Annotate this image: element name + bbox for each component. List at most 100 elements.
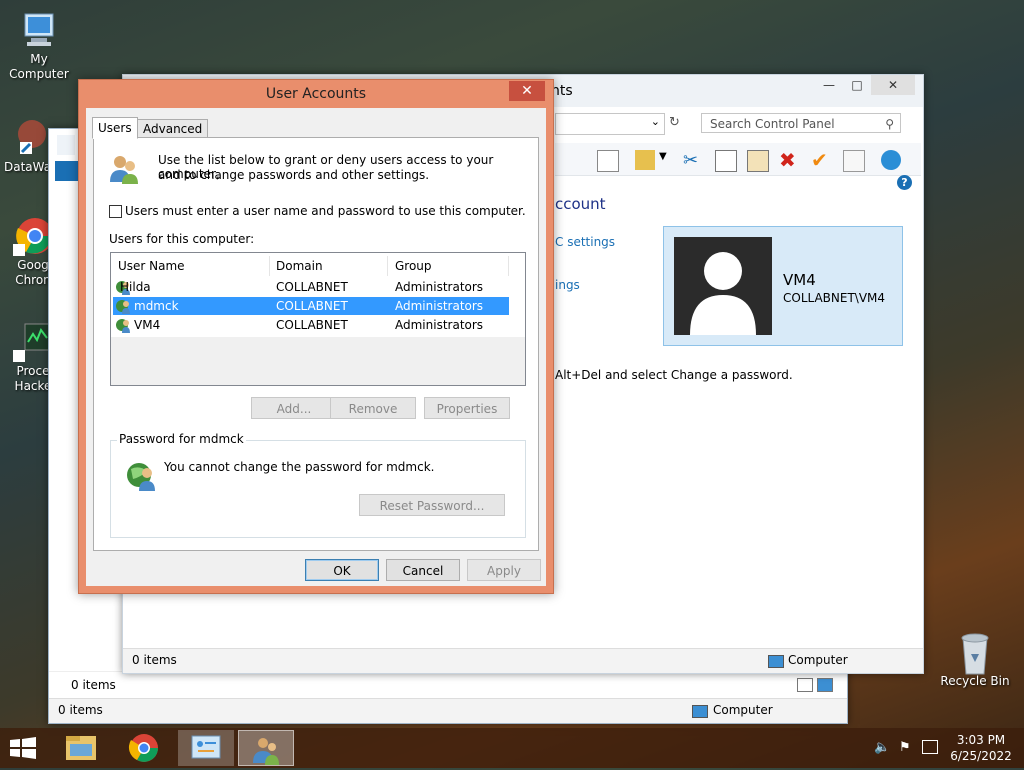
chrome-icon (128, 734, 158, 762)
require-login-checkbox[interactable] (109, 205, 122, 218)
remove-button[interactable]: Remove (330, 397, 416, 419)
group-cell: Administrators (395, 280, 484, 294)
column-divider[interactable] (508, 256, 509, 276)
account-tile[interactable]: VM4 COLLABNET\VM4 (663, 226, 903, 346)
process-hacker-icon (13, 322, 53, 362)
require-login-label[interactable]: Users must enter a user name and passwor… (125, 204, 526, 218)
table-row[interactable]: VM4 COLLABNET Administrators (113, 316, 509, 334)
desktop-icon-label: My Computer (9, 52, 69, 81)
clock-time: 3:03 PM (956, 733, 1006, 747)
search-icon[interactable]: ⚲ (885, 114, 894, 134)
chevron-down-icon[interactable]: ⌄ (651, 115, 660, 128)
copy-icon[interactable] (715, 150, 737, 172)
uac-settings-link[interactable]: C settings (555, 235, 615, 249)
taskbar-control-panel[interactable] (178, 730, 234, 766)
properties-button[interactable]: Properties (424, 397, 510, 419)
computer-icon (692, 705, 708, 718)
volume-muted-icon[interactable]: 🔈 (874, 740, 890, 755)
ok-button[interactable]: OK (305, 559, 379, 581)
user-silhouette-icon (690, 252, 756, 335)
user-name-cell: Hilda (120, 280, 151, 294)
layout-icon[interactable] (597, 150, 619, 172)
network-icon[interactable] (922, 740, 938, 754)
paste-icon[interactable] (747, 150, 769, 172)
clock[interactable]: 3:03 PM 6/25/2022 (946, 732, 1016, 764)
folder-icon (66, 736, 96, 760)
large-icons-view-icon[interactable] (817, 678, 833, 692)
taskbar-user-accounts[interactable] (238, 730, 294, 766)
clock-date: 6/25/2022 (950, 749, 1012, 763)
items-count: 0 items (132, 653, 177, 667)
status-bar: 0 items Computer (123, 648, 923, 673)
column-header-user-name[interactable]: User Name (118, 255, 185, 277)
account-domain: COLLABNET\VM4 (783, 291, 886, 305)
desktop-icon-recycle-bin[interactable]: Recycle Bin (937, 632, 1013, 689)
column-header-domain[interactable]: Domain (276, 255, 323, 277)
chevron-down-icon[interactable]: ▼ (659, 151, 667, 162)
domain-cell: COLLABNET (276, 299, 348, 313)
user-name-cell: VM4 (134, 318, 161, 332)
start-button[interactable] (8, 736, 38, 760)
reset-password-button[interactable]: Reset Password... (359, 494, 505, 516)
address-bar[interactable]: ⌄ (555, 113, 665, 135)
dialog-title: User Accounts (265, 86, 367, 102)
user-globe-icon (115, 317, 131, 333)
computer-icon (768, 655, 784, 668)
cut-icon[interactable]: ✂ (683, 150, 703, 171)
ribbon-tab-fragment[interactable] (55, 161, 79, 181)
desktop-icon-my-computer[interactable]: My Computer (1, 10, 77, 82)
control-panel-icon (191, 735, 221, 759)
globe-icon[interactable] (881, 150, 901, 170)
window-title: nts (551, 83, 573, 99)
apply-button[interactable]: Apply (467, 559, 541, 581)
table-row[interactable]: mdmck COLLABNET Administrators (113, 297, 509, 315)
chrome-icon (13, 216, 53, 256)
taskbar-file-explorer[interactable] (54, 730, 110, 766)
action-center-flag-icon[interactable]: ⚑ (899, 740, 911, 755)
users-icon (108, 152, 140, 184)
table-row[interactable]: Hilda COLLABNET Administrators (113, 278, 509, 296)
nav-pane-fragment (57, 135, 75, 155)
group-cell: Administrators (395, 299, 484, 313)
search-input[interactable]: Search Control Panel ⚲ (701, 113, 901, 133)
avatar (674, 237, 772, 335)
status-bar-upper: 0 items (49, 671, 847, 698)
details-view-icon[interactable] (797, 678, 813, 692)
properties-icon[interactable] (843, 150, 865, 172)
status-location: Computer (713, 703, 773, 717)
group-cell: Administrators (395, 318, 484, 332)
folder-icon[interactable] (635, 150, 655, 170)
tab-users[interactable]: Users (92, 117, 138, 139)
cancel-button[interactable]: Cancel (386, 559, 460, 581)
password-groupbox: Password for mdmck You cannot change the… (110, 432, 526, 538)
user-accounts-dialog[interactable]: User Accounts ✕ Users Advanced Use the l… (78, 79, 554, 594)
close-icon[interactable]: ✕ (871, 75, 915, 95)
help-icon[interactable]: ? (897, 175, 912, 190)
taskbar: 🔈 ⚑ 3:03 PM 6/25/2022 (0, 728, 1024, 768)
add-button[interactable]: Add... (251, 397, 337, 419)
column-header-group[interactable]: Group (395, 255, 432, 277)
status-bar: 0 items Computer (49, 698, 847, 723)
status-location: Computer (788, 653, 848, 667)
checkmark-icon[interactable]: ✔ (811, 150, 831, 170)
search-placeholder: Search Control Panel (710, 117, 835, 131)
maximize-icon[interactable]: □ (843, 75, 871, 95)
column-divider[interactable] (269, 256, 270, 276)
close-button[interactable]: ✕ (509, 81, 545, 101)
users-tab-panel: Use the list below to grant or deny user… (93, 137, 539, 551)
refresh-icon[interactable]: ↻ (669, 115, 680, 130)
taskbar-chrome[interactable] (116, 730, 172, 766)
users-list-label: Users for this computer: (109, 232, 255, 246)
account-name: VM4 (783, 271, 816, 289)
list-footer-area (111, 337, 525, 385)
delete-icon[interactable]: ✖ (779, 150, 799, 170)
users-list[interactable]: User Name Domain Group Hilda COLLABNET A… (110, 252, 526, 386)
tab-advanced[interactable]: Advanced (137, 119, 209, 139)
domain-cell: COLLABNET (276, 280, 348, 294)
items-count: 0 items (71, 678, 116, 692)
settings-link[interactable]: ings (555, 278, 580, 292)
dialog-body: Users Advanced Use the list below to gra… (86, 108, 546, 586)
column-divider[interactable] (387, 256, 388, 276)
minimize-icon[interactable]: — (815, 75, 843, 95)
password-message: You cannot change the password for mdmck… (164, 460, 435, 474)
